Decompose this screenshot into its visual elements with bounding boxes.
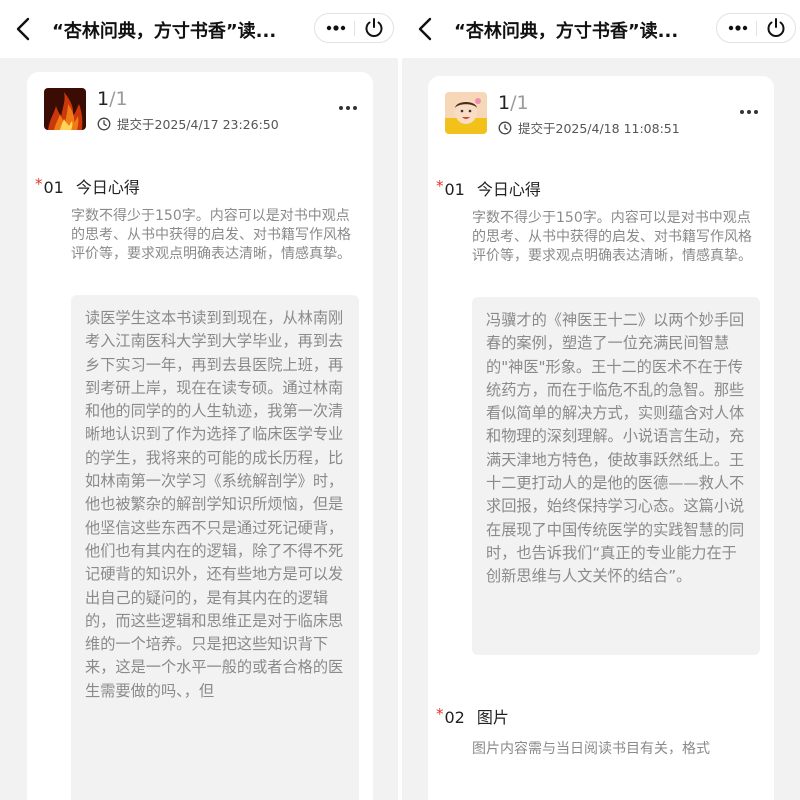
page-title: “杏林问典，方寸书香”读... — [454, 21, 679, 42]
more-dots-icon[interactable] — [723, 14, 753, 42]
nav-bar: “杏林问典，方寸书香”读... — [402, 0, 800, 58]
question-header: *01 今日心得 — [35, 174, 140, 198]
question-number: 01 — [444, 180, 465, 199]
page-total: /1 — [510, 92, 529, 114]
answer-text: 冯骥才的《神医王十二》以两个妙手回春的案例，塑造了一位充满民间智慧的"神医"形象… — [472, 297, 760, 655]
question-title: 图片 — [476, 708, 509, 727]
question-header: *01 今日心得 — [436, 176, 541, 200]
right-screen: “杏林问典，方寸书香”读... 1/1 提交于2025/4/18 11:08:5… — [402, 0, 800, 800]
required-mark: * — [35, 175, 43, 193]
page-counter: 1/1 — [498, 92, 529, 114]
nav-bar: “杏林问典，方寸书香”读... — [0, 0, 398, 58]
required-mark: * — [436, 705, 444, 723]
required-mark: * — [436, 177, 444, 195]
submit-time-row: 提交于2025/4/18 11:08:51 — [498, 118, 680, 136]
card-more-icon[interactable] — [736, 104, 762, 118]
submit-time: 提交于2025/4/18 11:08:51 — [518, 121, 680, 136]
submission-card: 1/1 提交于2025/4/18 11:08:51 *01 今日心得 字数不得少于… — [428, 76, 774, 800]
question-title: 今日心得 — [75, 178, 140, 197]
submit-time-row: 提交于2025/4/17 23:26:50 — [97, 114, 279, 132]
question-description: 字数不得少于150字。内容可以是对书中观点的思考、从书中获得的启发、对书籍写作风… — [472, 210, 752, 264]
question-header: *02 图片 — [436, 704, 509, 728]
answer-text: 读医学生这本书读到到现在，从林南刚考入江南医科大学到大学毕业，再到去乡下实习一年… — [71, 295, 359, 800]
power-icon[interactable] — [359, 14, 389, 42]
capsule-divider — [354, 21, 355, 36]
fire-avatar — [44, 88, 86, 130]
page-current: 1 — [498, 92, 511, 114]
submit-time: 提交于2025/4/17 23:26:50 — [117, 117, 279, 132]
page-current: 1 — [97, 88, 110, 110]
power-icon[interactable] — [761, 14, 791, 42]
question-description: 字数不得少于150字。内容可以是对书中观点的思考、从书中获得的启发、对书籍写作风… — [71, 208, 351, 262]
submission-card: 1/1 提交于2025/4/17 23:26:50 *01 今日心得 字数不得少于… — [27, 72, 373, 800]
capsule-divider — [756, 21, 757, 36]
question-number: 02 — [444, 708, 465, 727]
page-title: “杏林问典，方寸书香”读... — [52, 21, 277, 42]
question-number: 01 — [43, 178, 64, 197]
back-icon[interactable] — [10, 14, 38, 44]
left-screen: “杏林问典，方寸书香”读... 1/1 提交于2025/4/17 23:26:5… — [0, 0, 398, 800]
question-description: 图片内容需与当日阅读书目有关，格式 — [472, 741, 710, 757]
baby-photo-avatar — [445, 92, 487, 134]
back-icon[interactable] — [412, 14, 440, 44]
clock-icon — [498, 121, 512, 135]
question-title: 今日心得 — [476, 180, 541, 199]
page-counter: 1/1 — [97, 88, 128, 110]
mini-program-capsule — [314, 13, 394, 43]
clock-icon — [97, 117, 111, 131]
more-dots-icon[interactable] — [321, 14, 351, 42]
page-total: /1 — [109, 88, 128, 110]
mini-program-capsule — [716, 13, 796, 43]
card-more-icon[interactable] — [335, 100, 361, 114]
